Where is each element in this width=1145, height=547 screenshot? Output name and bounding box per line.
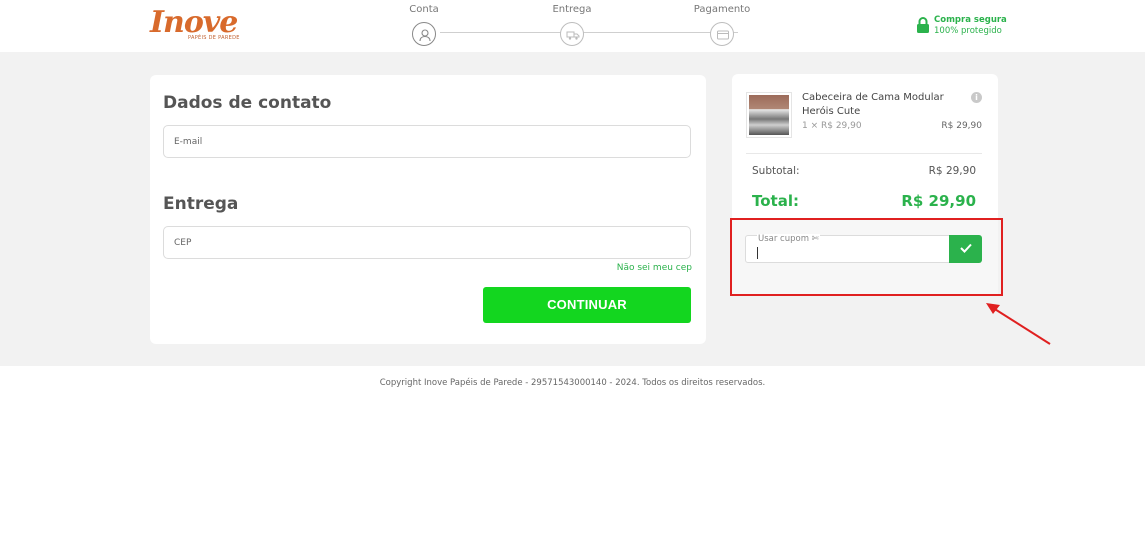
checkout-steps: Conta Entrega Pagamento (400, 0, 760, 52)
secure-title: Compra segura (934, 15, 1007, 25)
continue-button[interactable]: CONTINUAR (483, 287, 691, 323)
footer-copyright: Copyright Inove Papéis de Parede - 29571… (379, 378, 766, 388)
header: Inove PAPÉIS DE PAREDE Conta Entrega Pag… (0, 0, 1145, 52)
total-label: Total: (752, 192, 799, 210)
product-price: R$ 29,90 (941, 121, 982, 131)
email-field[interactable]: E-mail (163, 125, 691, 158)
product-quantity: 1 × R$ 29,90 (802, 121, 862, 131)
logo[interactable]: Inove PAPÉIS DE PAREDE (150, 6, 240, 46)
annotation-arrow-icon (986, 303, 1051, 345)
lock-icon (916, 16, 930, 34)
step-label: Conta (409, 4, 439, 15)
product-image (749, 95, 789, 135)
logo-subtext: PAPÉIS DE PAREDE (188, 35, 240, 41)
secure-purchase-badge: Compra segura 100% protegido (916, 14, 1016, 38)
step-entrega[interactable]: Entrega (532, 4, 612, 46)
divider (746, 153, 982, 154)
step-label: Pagamento (693, 4, 751, 15)
product-thumbnail (746, 92, 792, 138)
contact-title: Dados de contato (163, 93, 332, 113)
step-conta[interactable]: Conta (384, 4, 464, 46)
step-pagamento[interactable]: Pagamento (682, 4, 762, 46)
total-value: R$ 29,90 (901, 192, 976, 210)
subtotal-value: R$ 29,90 (928, 165, 976, 177)
truck-icon (560, 22, 584, 46)
subtotal-label: Subtotal: (752, 165, 800, 177)
secure-subtitle: 100% protegido (934, 26, 1002, 36)
user-icon (412, 22, 436, 46)
product-name: Cabeceira de Cama Modular Heróis Cute (802, 92, 944, 117)
info-icon[interactable]: i (971, 92, 982, 103)
card-icon (710, 22, 734, 46)
cep-placeholder: CEP (174, 238, 192, 248)
unknown-cep-link[interactable]: Não sei meu cep (617, 262, 692, 274)
checkout-form-card: Dados de contato E-mail Entrega CEP Não … (150, 75, 706, 344)
email-placeholder: E-mail (174, 137, 203, 147)
step-label: Entrega (552, 4, 592, 15)
cep-field[interactable]: CEP (163, 226, 691, 259)
delivery-title: Entrega (163, 194, 239, 214)
annotation-highlight-box (730, 218, 1003, 296)
